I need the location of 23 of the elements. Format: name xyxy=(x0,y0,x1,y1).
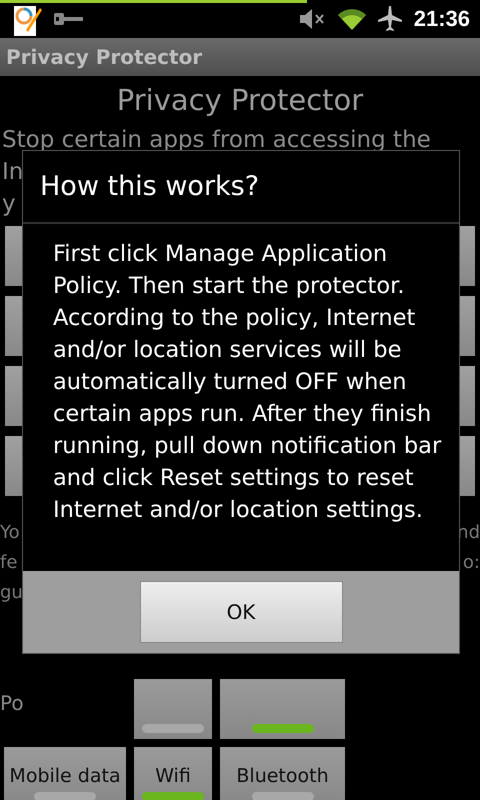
page-heading: Privacy Protector xyxy=(116,82,364,119)
toggle-label: Bluetooth xyxy=(236,764,329,788)
toggle-tile[interactable]: Bluetooth xyxy=(220,747,345,800)
toggle-tile[interactable] xyxy=(220,679,345,739)
toggle-tile[interactable]: Wifi xyxy=(134,747,212,800)
app-title: Privacy Protector xyxy=(5,44,204,71)
feedback-text: gu xyxy=(0,581,23,605)
feedback-text: Yo xyxy=(0,521,20,545)
key-icon xyxy=(54,12,84,26)
toggle-label: Wifi xyxy=(155,764,191,788)
section-label: Po xyxy=(0,691,25,711)
toggle-label: Mobile data xyxy=(9,764,121,788)
muted-speaker-icon xyxy=(300,8,326,30)
description-text: In xyxy=(2,158,24,187)
feedback-text: fe xyxy=(0,551,18,575)
clock-time: 21:36 xyxy=(414,6,470,32)
airplane-icon xyxy=(378,6,402,32)
toggle-tile[interactable] xyxy=(134,679,212,739)
wifi-icon xyxy=(338,8,366,30)
description-text: y xyxy=(2,190,16,219)
toggle-tile[interactable]: Mobile data xyxy=(4,747,126,800)
feedback-text: o: xyxy=(462,551,480,575)
ok-button[interactable]: OK xyxy=(140,581,342,643)
